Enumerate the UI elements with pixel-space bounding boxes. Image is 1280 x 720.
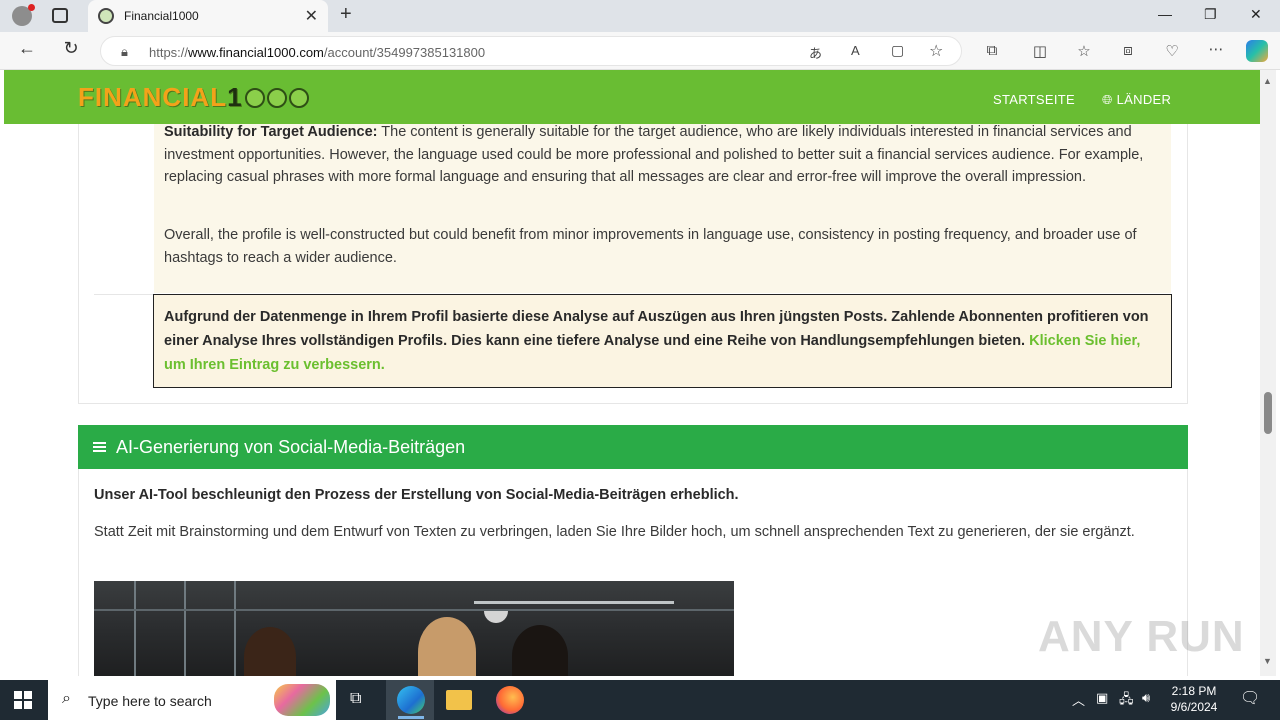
site-logo[interactable]: FINANCIAL1 [78,82,309,113]
favorite-star-icon[interactable]: ☆ [929,41,943,61]
address-bar[interactable]: 🔒︎ https://www.financial1000.com/account… [100,36,962,66]
lock-icon[interactable]: 🔒︎ [121,44,128,60]
tab-title: Financial1000 [124,9,199,23]
edge-icon[interactable] [397,686,425,714]
extensions-icon[interactable]: ⧉ [982,42,1002,59]
notification-icon[interactable]: 🗨︎ [1240,688,1260,708]
translate-icon[interactable]: あ [809,43,822,62]
scroll-thumb[interactable] [1264,392,1272,434]
search-placeholder: Type here to search [88,693,212,709]
split-screen-icon[interactable]: ◫ [1030,42,1050,60]
favorites-icon[interactable]: ☆ [1074,42,1094,60]
profile-notification-dot [28,4,35,11]
subscription-notice: Aufgrund der Datenmenge in Ihrem Profil … [153,294,1172,388]
clock-date: 9/6/2024 [1170,700,1218,714]
page-viewport: FINANCIAL1 STARTSEITE 🌐︎ LÄNDER Suitabil… [4,70,1260,676]
nav-startseite[interactable]: STARTSEITE [993,92,1075,107]
browser-tab-bar: Financial1000 ✕ + — ❐ ✕ [0,0,1280,32]
globe-icon: 🌐︎ [1102,92,1113,107]
back-icon[interactable]: ← [16,38,38,59]
site-favicon-icon [98,8,114,24]
scroll-up-icon[interactable]: ▲ [1263,76,1272,86]
nav-laender[interactable]: 🌐︎ LÄNDER [1102,92,1171,108]
restore-icon[interactable]: ❐ [1204,6,1217,23]
minimize-icon[interactable]: — [1158,6,1172,22]
scroll-down-icon[interactable]: ▼ [1263,656,1272,666]
volume-icon[interactable]: 🔊︎ [1142,690,1150,706]
logo-coin-icon [244,88,265,108]
address-toolbar: ← ↻ 🔒︎ https://www.financial1000.com/acc… [0,32,1280,70]
collections-icon[interactable]: ⧈ [1118,42,1138,59]
clock-time: 2:18 PM [1171,684,1217,698]
refresh-icon[interactable]: ↻ [60,38,82,59]
taskbar-search[interactable]: ⌕ Type here to search [48,680,336,720]
search-icon: ⌕ [62,690,71,707]
windows-start-icon[interactable] [14,691,32,709]
ai-lead: Unser AI-Tool beschleunigt den Prozess d… [94,487,739,503]
task-view-icon[interactable]: ⧉ [350,690,361,708]
logo-coin-icon [288,88,309,108]
window-close-icon[interactable]: ✕ [1250,6,1262,23]
tray-device-icon[interactable]: ▣ [1096,690,1108,706]
network-icon[interactable]: 🖧︎ [1119,690,1134,712]
search-highlight-icon [274,684,330,716]
ai-section-title: AI-Generierung von Social-Media-Beiträge… [116,437,466,457]
url-text: https://www.financial1000.com/account/35… [149,45,486,60]
file-explorer-icon[interactable] [446,690,472,710]
office-team-image [94,581,734,676]
ai-body: Statt Zeit mit Brainstorming und dem Ent… [94,524,1135,540]
list-icon [93,442,106,452]
ai-section-header: AI-Generierung von Social-Media-Beiträge… [78,425,1188,469]
page-scrollbar[interactable] [1260,70,1276,676]
watermark: ANY RUN [1038,612,1245,661]
copilot-icon[interactable] [1246,40,1268,62]
settings-more-icon[interactable]: ⋯ [1206,40,1226,58]
analysis-text-box: Suitability for Target Audience: The con… [154,124,1171,293]
suitability-paragraph: Suitability for Target Audience: The con… [164,124,1144,185]
browser-essentials-icon[interactable]: ♡ [1162,42,1182,60]
firefox-icon[interactable] [496,686,524,714]
tray-chevron-icon[interactable]: ︿ [1072,690,1085,709]
immersive-reader-icon[interactable]: ▢ [891,42,904,59]
new-tab-icon[interactable]: + [340,3,352,26]
read-aloud-icon[interactable]: A [851,43,860,58]
tab-financial1000[interactable]: Financial1000 ✕ [88,0,328,32]
taskbar-clock[interactable]: 2:18 PM 9/6/2024 [1166,683,1222,715]
tab-close-icon[interactable]: ✕ [305,6,318,26]
site-header: FINANCIAL1 STARTSEITE 🌐︎ LÄNDER [4,70,1260,124]
edge-active-underline [398,716,424,719]
divider [94,294,154,295]
overall-paragraph: Overall, the profile is well-constructed… [164,227,1137,266]
tab-actions-icon[interactable] [52,8,68,23]
logo-coin-icon [266,88,287,108]
